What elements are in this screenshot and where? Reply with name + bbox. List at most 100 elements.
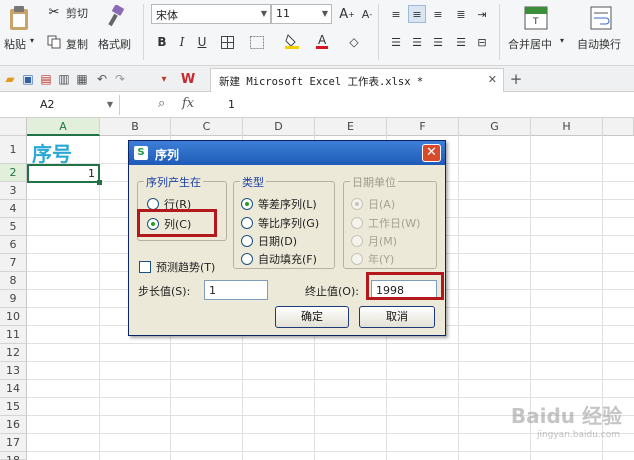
chevron-down-icon[interactable]: ▾ [30,36,34,45]
wrap-text-button[interactable]: 自动换行 [577,36,621,52]
align-bottom-icon[interactable]: ≡ [429,5,447,23]
zoom-icon[interactable]: ⌕ [158,96,165,111]
customize-icon[interactable]: ▾ [156,71,172,87]
fill-handle[interactable] [97,180,102,185]
format-painter-button[interactable]: 格式刷 [98,36,131,52]
radio-linear[interactable]: 等差序列(L) [241,196,317,212]
radio-month[interactable]: 月(M) [351,233,397,249]
print-preview-icon[interactable]: ▦ [74,71,90,87]
paste-button[interactable]: 粘贴 [4,36,26,52]
radio-disabled-icon[interactable] [351,217,363,229]
align-right-icon[interactable]: ☰ [429,33,447,51]
copy-button[interactable]: 复制 [66,36,88,52]
radio-autofill[interactable]: 自动填充(F) [241,251,317,267]
increase-font-icon[interactable]: A + [338,5,356,23]
underline-icon[interactable]: U [193,33,211,51]
column-header[interactable]: G [459,118,531,136]
save-icon[interactable]: ▣ [20,71,36,87]
indent-icon[interactable]: ⇥ [473,5,491,23]
column-header[interactable]: E [315,118,387,136]
chevron-down-icon[interactable]: ▼ [261,9,267,18]
chevron-down-icon[interactable]: ▼ [107,100,113,109]
row-header[interactable]: 2 [0,164,27,182]
row-header[interactable]: 6 [0,236,27,254]
radio-disabled-icon[interactable] [351,235,363,247]
step-input[interactable]: 1 [204,280,268,300]
row-header[interactable]: 18 [0,452,27,460]
distribute-icon[interactable]: ⊟ [473,33,491,51]
paste-icon[interactable] [6,4,32,32]
row-header[interactable]: 8 [0,272,27,290]
close-icon[interactable]: ✕ [488,73,497,86]
column-header[interactable]: F [387,118,459,136]
row-header[interactable]: 9 [0,290,27,308]
redo-icon[interactable]: ↷ [112,71,128,87]
radio-icon[interactable] [241,217,253,229]
row-header[interactable]: 4 [0,200,27,218]
cell-a1[interactable]: 序号 [32,138,72,167]
pdf-icon[interactable]: ▤ [38,71,54,87]
function-icon[interactable]: fx [182,96,194,111]
font-name-combo[interactable]: 宋体 ▼ [151,4,271,24]
chevron-down-icon[interactable]: ▼ [322,9,328,18]
ok-button[interactable]: 确定 [275,306,349,328]
cancel-button[interactable]: 取消 [359,306,435,328]
column-header[interactable]: C [171,118,243,136]
select-all-corner[interactable] [0,118,27,136]
row-header[interactable]: 14 [0,380,27,398]
wps-logo-icon[interactable]: W [180,71,196,87]
radio-date[interactable]: 日期(D) [241,233,297,249]
cell-a2[interactable]: 1 [27,164,102,185]
row-header[interactable]: 10 [0,308,27,326]
scissors-icon[interactable]: ✂ [46,4,62,20]
align-left-icon[interactable]: ☰ [387,33,405,51]
decrease-font-icon[interactable]: A- [358,5,376,23]
formula-input[interactable]: 1 [228,98,235,111]
cut-button[interactable]: 剪切 [66,5,88,21]
close-icon[interactable]: ✕ [422,144,441,162]
border-icon[interactable] [218,33,236,51]
column-header[interactable]: A [27,118,100,136]
bold-icon[interactable]: B [153,33,171,51]
copy-icon[interactable] [46,34,62,50]
row-header[interactable]: 3 [0,182,27,200]
radio-disabled-icon[interactable] [351,253,363,265]
chevron-down-icon[interactable]: ▾ [560,36,564,45]
justify-icon[interactable]: ☰ [452,33,470,51]
align-center-icon[interactable]: ☰ [408,33,426,51]
font-size-combo[interactable]: 11 ▼ [271,4,332,24]
font-color-icon[interactable]: A [313,32,331,50]
radio-day[interactable]: 日(A) [351,196,395,212]
format-painter-icon[interactable] [104,4,126,30]
row-header[interactable]: 1 [0,136,27,164]
row-header[interactable]: 7 [0,254,27,272]
radio-icon[interactable] [241,235,253,247]
cell-style-icon[interactable] [248,33,266,51]
column-header[interactable]: B [100,118,171,136]
print-icon[interactable]: ▥ [56,71,72,87]
trend-checkbox[interactable]: 预测趋势(T) [139,259,215,275]
undo-icon[interactable]: ↶ [94,71,110,87]
column-header[interactable]: H [531,118,603,136]
name-box[interactable]: A2 ▼ [0,95,120,115]
row-header[interactable]: 12 [0,344,27,362]
radio-selected-icon[interactable] [241,198,253,210]
clear-icon[interactable]: ◇ [345,33,363,51]
radio-icon[interactable] [241,253,253,265]
row-header[interactable]: 16 [0,416,27,434]
radio-disabled-icon[interactable] [351,198,363,210]
italic-icon[interactable]: I [173,33,191,51]
column-header[interactable]: D [243,118,315,136]
orientation-icon[interactable]: ≣ [452,5,470,23]
new-tab-icon[interactable]: + [508,70,524,88]
radio-weekday[interactable]: 工作日(W) [351,215,420,231]
radio-growth[interactable]: 等比序列(G) [241,215,319,231]
align-middle-icon[interactable]: ≡ [408,5,426,23]
wrap-text-icon[interactable] [589,5,613,31]
dialog-title-bar[interactable]: S 序列 ✕ [129,141,445,165]
fill-color-icon[interactable] [283,32,301,50]
row-header[interactable]: 5 [0,218,27,236]
checkbox-icon[interactable] [139,261,151,273]
open-folder-icon[interactable]: ▰ [2,71,18,87]
row-header[interactable]: 11 [0,326,27,344]
